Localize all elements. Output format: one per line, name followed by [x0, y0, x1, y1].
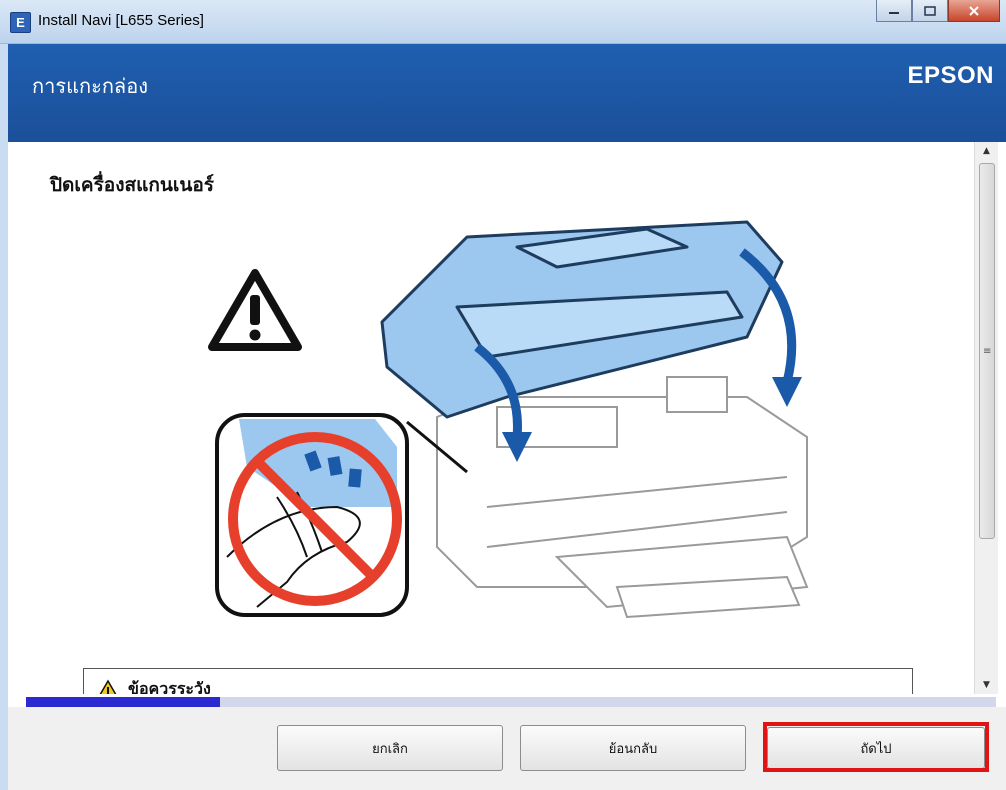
highlight-box — [763, 722, 989, 772]
caution-text: ข้อควรระวัง — [128, 679, 211, 694]
cancel-button[interactable]: ยกเลิก — [277, 725, 503, 771]
caution-box: ข้อควรระวัง — [83, 668, 913, 694]
window-controls — [876, 0, 1000, 22]
vertical-scrollbar[interactable]: ▲ ≡ ▼ — [974, 142, 998, 694]
scroll-up-icon[interactable]: ▲ — [975, 142, 998, 160]
minimize-icon[interactable] — [876, 0, 912, 22]
page-title: การแกะกล่อง — [32, 74, 148, 98]
scroll-down-icon[interactable]: ▼ — [975, 676, 998, 694]
progress-bar — [26, 697, 996, 707]
window-frame-left — [0, 44, 8, 790]
grip-icon: ≡ — [983, 346, 992, 357]
header-band: การแกะกล่อง EPSON — [8, 44, 1006, 142]
title-bar[interactable]: E Install Navi [L655 Series] — [0, 0, 1006, 44]
brand-logo: EPSON — [907, 62, 994, 89]
content-heading: ปิดเครื่องสแกนเนอร์ — [50, 174, 214, 196]
close-icon[interactable] — [948, 0, 1000, 22]
app-icon: E — [10, 12, 31, 33]
content-area: ปิดเครื่องสแกนเนอร์ ข้อควรระวัง — [24, 142, 974, 694]
printer-illustration — [215, 220, 809, 619]
scroll-thumb[interactable]: ≡ — [979, 163, 995, 539]
back-button[interactable]: ย้อนกลับ — [520, 725, 746, 771]
progress-fill — [26, 697, 220, 707]
maximize-icon[interactable] — [912, 0, 948, 22]
caution-icon — [99, 679, 117, 694]
window-title: Install Navi [L655 Series] — [38, 12, 204, 29]
